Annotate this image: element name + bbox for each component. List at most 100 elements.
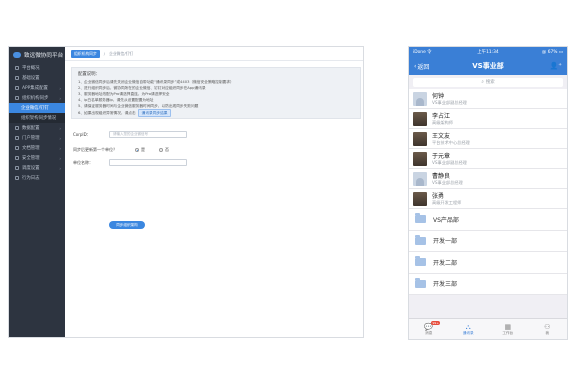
people-list: 何钟 VS事业部副总经理 李占江 高级架构师 王文友 平台技术中心总经理 于元章 VS事业部副… — [409, 89, 567, 209]
sidebar-item-1[interactable]: 基础设置 — [9, 73, 65, 83]
tab-bar: 💬 消息 99+ ⛬ 通讯录 ▦ 工作台 ⚇ 我 — [409, 318, 567, 339]
contact-row[interactable]: 张勇 高级开发工程师 — [409, 189, 567, 209]
tab-3[interactable]: ⚇ 我 — [528, 319, 568, 339]
back-label: 返回 — [417, 63, 430, 71]
contact-text: 李占江 高级架构师 — [432, 113, 453, 125]
contact-row[interactable]: 曹静良 VS事业部总经理 — [409, 169, 567, 189]
menu-icon — [15, 86, 19, 90]
avatar — [413, 191, 427, 206]
avatar — [413, 151, 427, 166]
contact-name: 李占江 — [432, 112, 451, 120]
sidebar-item-label: APP集成配置 — [22, 86, 48, 91]
save-sync-button[interactable]: 同步组织架构 — [109, 221, 145, 229]
contact-row[interactable]: 王文友 平台技术中心总经理 — [409, 129, 567, 149]
radio-yes[interactable]: 是 — [135, 147, 145, 153]
chevron-right-icon: › — [59, 165, 61, 171]
contact-row[interactable]: 何钟 VS事业部副总经理 — [409, 89, 567, 109]
tab-0[interactable]: 💬 消息 99+ — [409, 319, 449, 339]
sidebar-item-9[interactable]: 安全管理 › — [9, 153, 65, 163]
corpid-input[interactable]: 请输入您的企业微信号 — [109, 131, 187, 138]
radio-no[interactable]: 否 — [159, 147, 169, 153]
sync-question-label: 同步后更新第一个单位？ — [73, 147, 117, 152]
sync-result-button[interactable]: 通讯录同步结果 — [137, 109, 172, 117]
contact-text: 何钟 VS事业部副总经理 — [432, 93, 467, 105]
avatar — [413, 171, 427, 186]
radio-no-label: 否 — [165, 147, 169, 152]
search-icon: ⌕ — [481, 80, 484, 85]
chevron-right-icon: › — [59, 155, 61, 161]
carrier-text: iDone 令 — [413, 50, 432, 55]
radio-yes-circle[interactable] — [135, 148, 139, 152]
sidebar-item-label: 基础设置 — [22, 76, 40, 81]
search-placeholder: 搜索 — [485, 80, 495, 85]
add-user-icon[interactable]: 👤⁺ — [550, 62, 562, 70]
sidebar-item-2[interactable]: APP集成配置 › — [9, 83, 65, 93]
unit-input[interactable] — [109, 159, 187, 166]
corpid-label: CorpID： — [73, 131, 91, 137]
department-name: 开发一部 — [433, 238, 458, 246]
chevron-right-icon: › — [59, 135, 61, 141]
status-time: 上午11:34 — [477, 50, 499, 55]
sidebar-item-label: 调度设置 — [22, 166, 40, 171]
note-line-6: 6、如果出现组织异常情况，请点击 通讯录同步结果 — [78, 109, 354, 117]
sidebar-item-3[interactable]: 组织机构同步 › — [9, 93, 65, 103]
menu-icon — [15, 166, 19, 170]
logo-text: 致远微协同平台 — [24, 53, 64, 59]
sidebar-item-label: 组织架构同步情况 — [21, 116, 57, 121]
radio-yes-label: 是 — [141, 147, 145, 152]
unread-badge: 99+ — [431, 321, 441, 325]
phone-frame: iDone 令 上午11:34 @ 67% ▭ ‹ 返回 VS事业部 👤⁺ ⌕ … — [408, 46, 568, 340]
tab-1[interactable]: ⛬ 通讯录 — [449, 319, 489, 339]
org-tree-icon: ⛬ — [465, 322, 471, 331]
person-icon: ⚇ — [544, 322, 551, 331]
sidebar-item-label: 文档管理 — [22, 146, 40, 151]
radio-no-circle[interactable] — [159, 148, 163, 152]
sidebar-item-5[interactable]: 组织架构同步情况 — [9, 113, 65, 123]
breadcrumb-active-tab[interactable]: 组织机构同步 — [71, 49, 100, 58]
unit-row: 单位名称： — [73, 159, 187, 166]
contact-text: 曹静良 VS事业部总经理 — [432, 173, 463, 185]
sidebar-item-10[interactable]: 调度设置 › — [9, 163, 65, 173]
avatar — [413, 131, 427, 146]
folder-icon — [415, 234, 426, 245]
department-row[interactable]: 开发三部 — [409, 273, 567, 295]
chevron-right-icon: › — [59, 125, 61, 131]
tab-2[interactable]: ▦ 工作台 — [488, 319, 528, 339]
department-row[interactable]: VS产品部 — [409, 209, 567, 231]
unit-label: 单位名称： — [73, 159, 93, 165]
sync-option-row: 同步后更新第一个单位？ 是 否 — [73, 147, 183, 153]
department-name: VS产品部 — [433, 216, 459, 224]
search-input[interactable]: ⌕ 搜索 — [413, 77, 563, 87]
sidebar-item-8[interactable]: 文档管理 › — [9, 143, 65, 153]
tab-label: 通讯录 — [462, 330, 474, 335]
contact-row[interactable]: 于元章 VS事业部副总经理 — [409, 149, 567, 169]
department-name: 开发三部 — [433, 281, 458, 289]
department-name: 开发二部 — [433, 259, 458, 267]
grid-icon: ▦ — [504, 322, 512, 331]
sidebar-item-7[interactable]: 门户管理 › — [9, 133, 65, 143]
note-line-6-text: 6、如果出现组织异常情况，请点击 — [78, 111, 136, 115]
breadcrumb-current[interactable]: 企业微信/钉钉 — [109, 51, 133, 57]
sidebar-item-label: 行为日志 — [22, 176, 40, 181]
sidebar-item-label: 安全管理 — [22, 156, 40, 161]
back-button[interactable]: ‹ 返回 — [414, 62, 429, 71]
department-row[interactable]: 开发一部 — [409, 230, 567, 252]
sidebar-item-label: 组织机构同步 — [22, 96, 49, 101]
contact-name: 何钟 — [432, 92, 445, 100]
admin-logo: 致远微协同平台 — [9, 47, 65, 63]
sidebar-item-0[interactable]: 平台概况 — [9, 63, 65, 73]
avatar — [413, 91, 427, 106]
sidebar-item-6[interactable]: 数据配置 › — [9, 123, 65, 133]
sidebar-item-4[interactable]: 企业微信/钉钉 — [9, 103, 65, 113]
chevron-right-icon: › — [59, 85, 61, 91]
note-title: 配置说明： — [78, 72, 100, 77]
contact-name: 张勇 — [432, 192, 445, 200]
contact-title: VS事业部副总经理 — [432, 99, 467, 105]
department-row[interactable]: 开发二部 — [409, 252, 567, 274]
sidebar-item-11[interactable]: 行为日志 — [9, 173, 65, 183]
tab-label: 我 — [545, 330, 550, 335]
contact-row[interactable]: 李占江 高级架构师 — [409, 109, 567, 129]
admin-main: 组织机构同步 / 企业微信/钉钉 配置说明： 1、企业微信同步后请先关闭企业微信… — [65, 47, 363, 337]
contact-title: VS事业部副总经理 — [432, 159, 467, 165]
admin-window: 致远微协同平台 平台概况 基础设置 APP集成配置 › 组织机构同步 › 企业微信/钉钉 组织… — [8, 46, 364, 338]
